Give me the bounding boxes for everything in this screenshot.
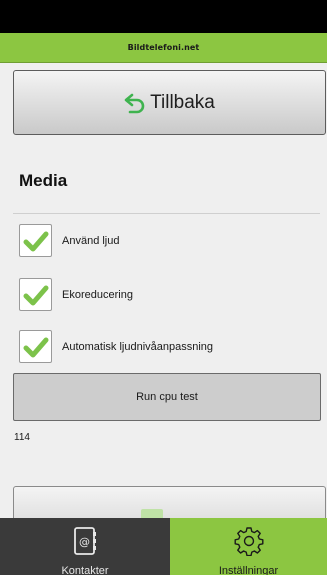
option-echo-reduction[interactable]: Ekoreducering [19, 278, 133, 311]
app-header: Bildtelefoni.net [0, 33, 327, 63]
brand-title: Bildtelefoni.net [127, 43, 200, 52]
echo-reduction-checkbox[interactable] [19, 278, 52, 311]
back-arrow-icon [124, 91, 146, 115]
cpu-test-result: 114 [14, 432, 30, 443]
option-auto-level[interactable]: Automatisk ljudnivåanpassning [19, 330, 213, 363]
address-book-icon: @ [72, 526, 98, 561]
section-title-media: Media [19, 171, 68, 190]
option-use-sound[interactable]: Använd ljud [19, 224, 120, 257]
tab-contacts[interactable]: @ Kontakter [0, 518, 170, 575]
checkmark-icon [23, 231, 48, 251]
checkmark-icon [23, 285, 48, 305]
back-button-label: Tillbaka [150, 91, 215, 113]
svg-text:@: @ [79, 536, 90, 549]
back-button[interactable]: Tillbaka [13, 70, 326, 135]
checkmark-icon [23, 337, 48, 357]
tab-settings[interactable]: Inställningar [170, 518, 327, 575]
status-bar [0, 0, 327, 33]
tab-bar: @ Kontakter Inställningar [0, 518, 327, 575]
gear-icon [234, 526, 264, 561]
use-sound-checkbox[interactable] [19, 224, 52, 257]
option-label: Ekoreducering [62, 288, 133, 301]
divider [13, 213, 320, 214]
tab-label: Kontakter [61, 565, 109, 575]
auto-level-checkbox[interactable] [19, 330, 52, 363]
tab-label: Inställningar [218, 565, 279, 575]
run-cpu-test-label: Run cpu test [136, 391, 198, 403]
option-label: Använd ljud [62, 234, 120, 247]
run-cpu-test-button[interactable]: Run cpu test [13, 373, 321, 421]
option-label: Automatisk ljudnivåanpassning [62, 340, 214, 353]
